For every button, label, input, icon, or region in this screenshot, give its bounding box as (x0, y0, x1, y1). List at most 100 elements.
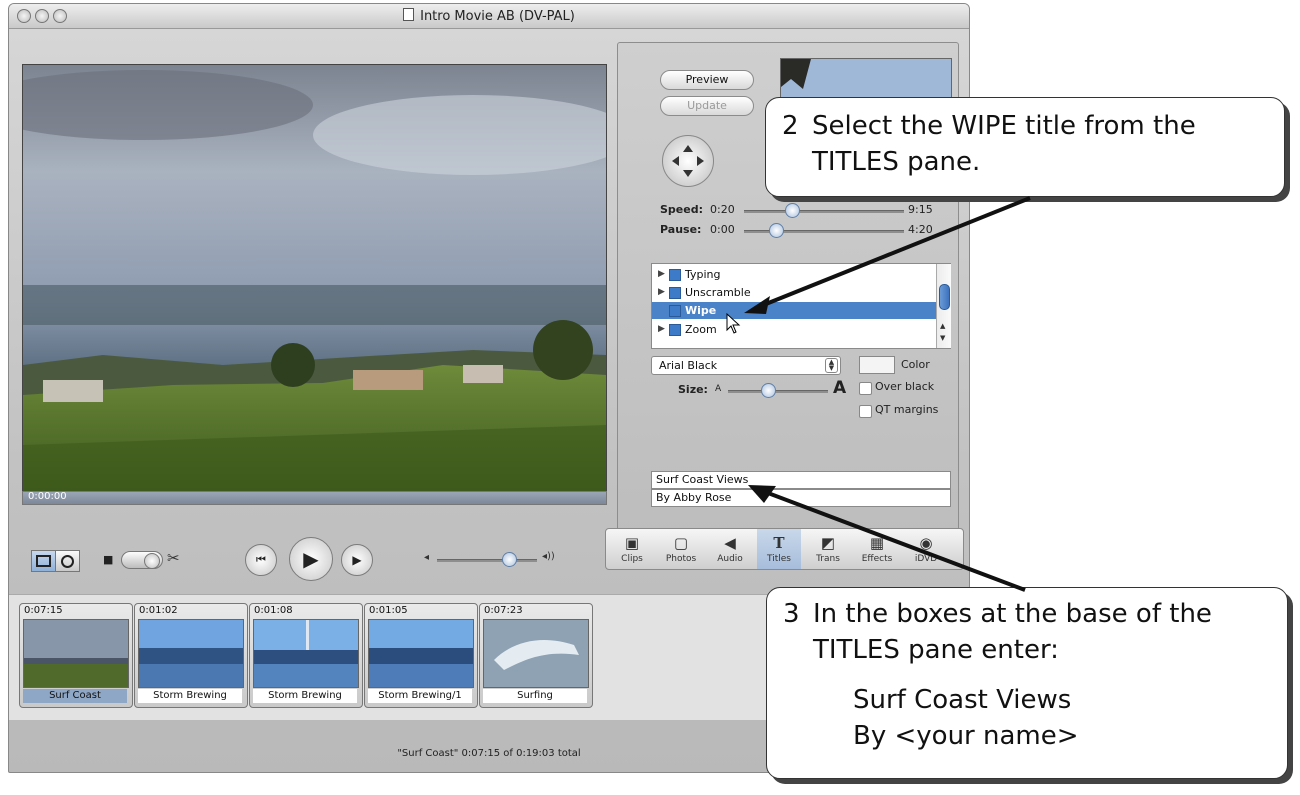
title-style-icon (669, 269, 681, 281)
size-large-label: A (833, 378, 847, 398)
clips-icon: ▣ (624, 534, 640, 552)
size-label: Size: (678, 383, 708, 396)
tab-photos[interactable]: ▢ Photos (659, 529, 703, 569)
scrollbar-thumb[interactable] (939, 284, 950, 310)
pause-slider-knob[interactable] (769, 223, 784, 238)
clip-name: Surfing (483, 689, 587, 703)
size-slider-knob[interactable] (761, 383, 776, 398)
color-label: Color (901, 358, 930, 371)
volume-slider-knob[interactable] (502, 552, 517, 567)
clip-card[interactable]: 0:01:02 Storm Brewing (134, 603, 248, 708)
clip-thumbnail (368, 619, 474, 688)
color-swatch[interactable] (859, 356, 895, 374)
direction-control[interactable] (662, 135, 714, 187)
callout-number: 2 (782, 111, 799, 141)
tab-clips[interactable]: ▣ Clips (610, 529, 654, 569)
tab-label: Audio (717, 554, 743, 564)
window-title: Intro Movie AB (DV-PAL) (9, 8, 969, 24)
mode-toggle[interactable] (121, 551, 163, 569)
qt-margins-checkbox[interactable] (859, 405, 872, 418)
clip-duration: 0:01:08 (254, 605, 293, 616)
titles-list[interactable]: ▶ Typing ▶ Unscramble Wipe ▶ Zoom ▲ ▼ (651, 263, 951, 349)
speed-slider-knob[interactable] (785, 203, 800, 218)
clip-view-icon (36, 555, 51, 567)
list-item[interactable]: ▶ Typing (652, 266, 936, 283)
camera-icon: ■ (103, 553, 114, 566)
tab-label: Photos (665, 554, 697, 564)
direction-arrows-icon (672, 145, 704, 177)
tab-label: iDVD (914, 554, 938, 564)
tab-titles[interactable]: T Titles (757, 529, 801, 569)
fullscreen-play-button[interactable]: ▶ (341, 544, 373, 576)
speed-slider[interactable] (744, 210, 904, 213)
clip-duration: 0:07:15 (24, 605, 63, 616)
pause-slider[interactable] (744, 230, 904, 233)
tab-effects[interactable]: ▦ Effects (855, 529, 899, 569)
scroll-up-icon[interactable]: ▲ (940, 322, 945, 330)
pause-label: Pause: (660, 223, 702, 236)
landscape-frame (23, 65, 606, 492)
rewind-button[interactable]: ⏮ (245, 544, 277, 576)
clip-duration: 0:07:23 (484, 605, 523, 616)
pause-max: 4:20 (908, 223, 933, 236)
clip-duration: 0:01:02 (139, 605, 178, 616)
playhead-scrubber[interactable]: 0:00:00 (22, 491, 607, 505)
callout-line: Surf Coast Views (853, 685, 1072, 715)
volume-low-icon: ◂ (424, 552, 430, 563)
list-item-selected[interactable]: Wipe (652, 302, 936, 319)
tab-label: Trans (816, 554, 840, 564)
list-item-label: Wipe (685, 304, 717, 317)
speed-max: 9:15 (908, 203, 933, 216)
tab-label: Clips (621, 554, 643, 564)
fullscreen-play-icon: ▶ (352, 553, 362, 567)
play-button[interactable]: ▶ (289, 537, 333, 581)
callout-line: TITLES pane. (812, 147, 981, 177)
tab-audio[interactable]: ◀ Audio (708, 529, 752, 569)
tab-trans[interactable]: ◩ Trans (806, 529, 850, 569)
callout-step-2: 2 Select the WIPE title from the TITLES … (765, 97, 1285, 197)
titles-icon: T (773, 534, 785, 552)
video-viewer[interactable] (22, 64, 607, 493)
clip-card[interactable]: 0:07:23 Surfing (479, 603, 593, 708)
size-slider[interactable] (728, 390, 828, 393)
tab-idvd[interactable]: ◉ iDVD (904, 529, 948, 569)
timeline-view-button[interactable] (55, 550, 80, 572)
clip-view-button[interactable] (31, 550, 56, 572)
clip-card[interactable]: 0:01:08 Storm Brewing (249, 603, 363, 708)
callout-line: By <your name> (853, 721, 1079, 751)
scroll-down-icon[interactable]: ▼ (940, 334, 945, 342)
rewind-icon: ⏮ (256, 553, 266, 566)
scissors-icon: ✂ (167, 549, 180, 567)
photos-icon: ▢ (673, 534, 689, 552)
clock-icon (61, 555, 74, 568)
clip-name: Storm Brewing (138, 689, 242, 703)
clip-name: Surf Coast (23, 689, 127, 703)
disclosure-triangle-icon[interactable]: ▶ (658, 284, 665, 301)
clip-thumbnail (23, 619, 129, 688)
list-item[interactable]: ▶ Unscramble (652, 284, 936, 301)
title-text-field-1[interactable]: Surf Coast Views (651, 471, 951, 489)
list-item-label: Zoom (685, 323, 717, 336)
idvd-icon: ◉ (919, 534, 933, 552)
font-select[interactable]: Arial Black (651, 356, 841, 375)
over-black-label: Over black (875, 380, 935, 393)
disclosure-triangle-icon[interactable]: ▶ (658, 266, 665, 283)
volume-slider[interactable] (437, 559, 537, 562)
size-small-label: A (715, 384, 722, 394)
list-item[interactable]: ▶ Zoom (652, 321, 936, 338)
list-scrollbar[interactable]: ▲ ▼ (936, 264, 951, 348)
clip-card[interactable]: 0:07:15 Surf Coast (19, 603, 133, 708)
title-bar: Intro Movie AB (DV-PAL) (9, 4, 969, 29)
title-text-field-2[interactable]: By Abby Rose (651, 489, 951, 507)
disclosure-triangle-icon[interactable]: ▶ (658, 321, 665, 338)
preview-button[interactable]: Preview (660, 70, 754, 90)
tab-label: Effects (861, 554, 893, 564)
clip-card[interactable]: 0:01:05 Storm Brewing/1 (364, 603, 478, 708)
over-black-checkbox[interactable] (859, 382, 872, 395)
list-item-label: Typing (685, 268, 721, 281)
callout-line: In the boxes at the base of the (813, 599, 1212, 629)
mode-toggle-knob[interactable] (144, 553, 160, 569)
title-style-icon (669, 305, 681, 317)
update-button[interactable]: Update (660, 96, 754, 116)
title-style-icon (669, 324, 681, 336)
